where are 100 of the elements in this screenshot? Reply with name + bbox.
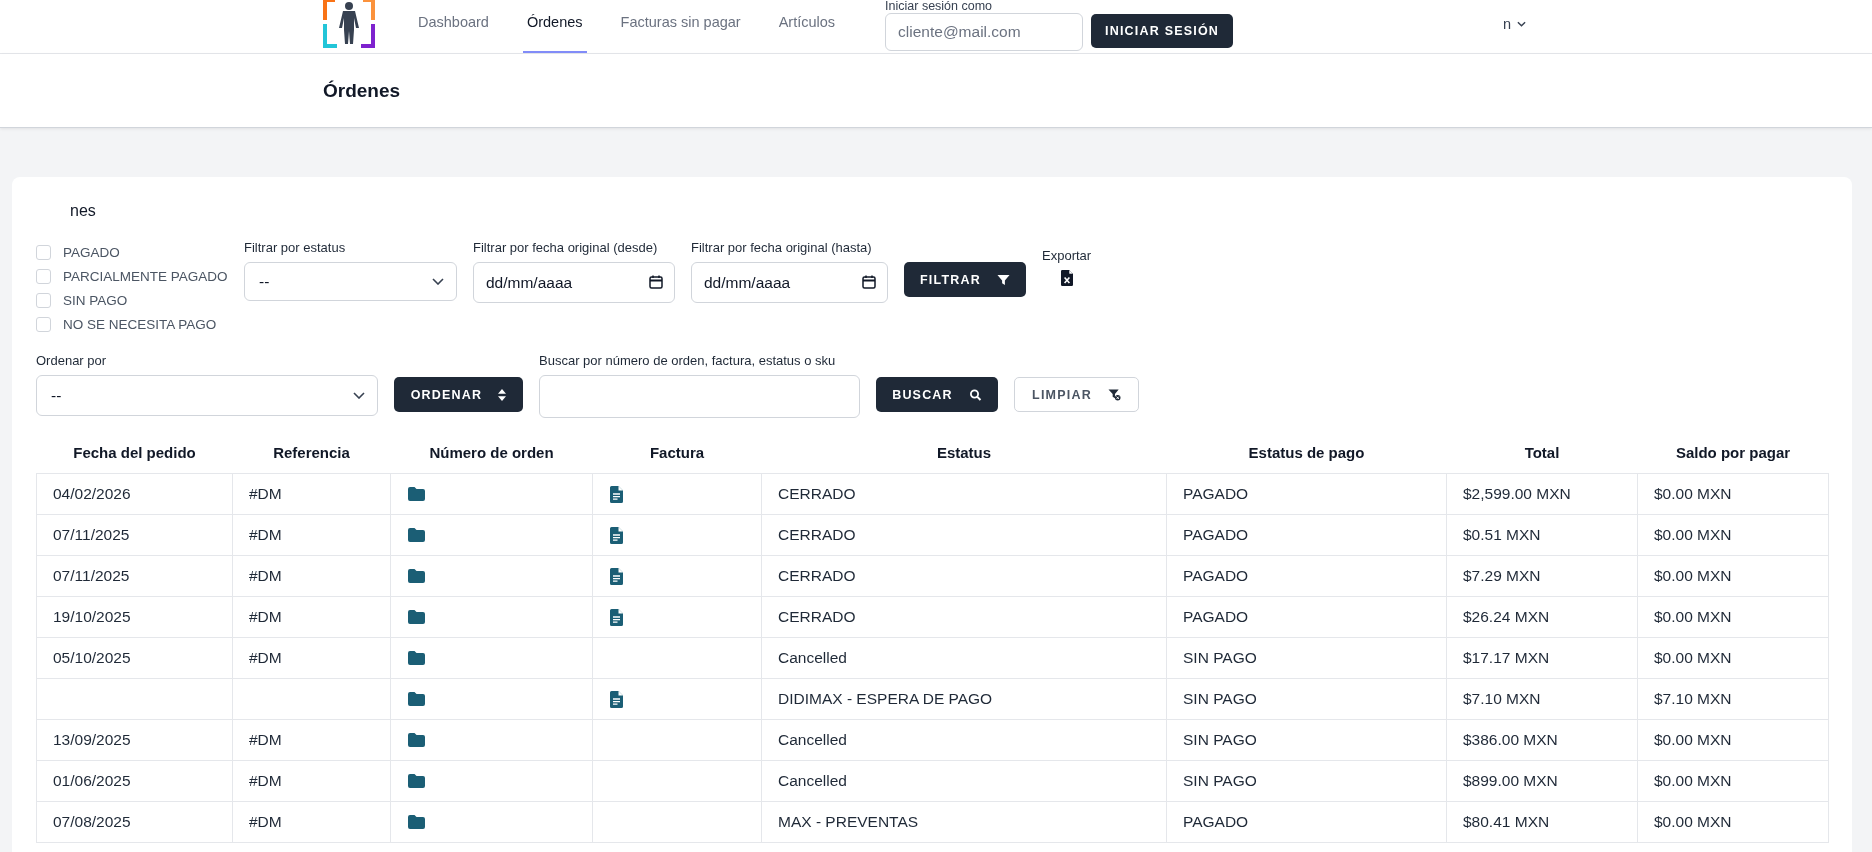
column-header: Total: [1446, 432, 1638, 474]
card-title: nes: [70, 201, 96, 221]
checkbox[interactable]: [36, 316, 51, 332]
chevron-down-icon: [432, 278, 444, 285]
table-cell: $899.00 MXN: [1446, 760, 1638, 802]
table-cell: $0.00 MXN: [1637, 596, 1829, 638]
field-label: Buscar por número de orden, factura, estatus o sku: [539, 353, 836, 369]
table-cell: 07/08/2025: [36, 801, 233, 843]
table-cell: $0.00 MXN: [1637, 555, 1829, 597]
table-cell: $2,599.00 MXN: [1446, 473, 1638, 515]
table-cell: $7.29 MXN: [1446, 555, 1638, 597]
table-cell: SIN PAGO: [1166, 719, 1447, 761]
folder-icon[interactable]: [408, 733, 425, 747]
user-menu[interactable]: n: [1502, 16, 1526, 32]
table-cell: $0.00 MXN: [1637, 760, 1829, 802]
table-cell: $26.24 MXN: [1446, 596, 1638, 638]
search-field[interactable]: [539, 375, 860, 418]
document-icon[interactable]: [610, 526, 623, 544]
checkbox[interactable]: [36, 292, 51, 308]
table-cell: #DM: [232, 473, 391, 515]
folder-icon[interactable]: [408, 692, 425, 706]
column-header: Número de orden: [390, 432, 593, 474]
field-label: Filtrar por fecha original (hasta): [691, 240, 872, 256]
logo-icon[interactable]: [323, 0, 375, 48]
column-header: Fecha del pedido: [36, 432, 233, 474]
table-cell: PAGADO: [1166, 555, 1447, 597]
table-cell: PAGADO: [1166, 596, 1447, 638]
calendar-icon[interactable]: [649, 275, 663, 289]
search-button[interactable]: BUSCAR: [876, 377, 998, 412]
table-cell: #DM: [232, 760, 391, 802]
table-cell: $7.10 MXN: [1637, 678, 1829, 720]
nav-tab[interactable]: Artículos: [774, 0, 840, 53]
page-title: Órdenes: [323, 79, 401, 102]
table-cell: Cancelled: [761, 719, 1167, 761]
checkbox-label: PARCIALMENTE PAGADO: [63, 268, 228, 284]
document-icon[interactable]: [610, 485, 623, 503]
table-cell: MAX - PREVENTAS: [761, 801, 1167, 843]
field-label: Ordenar por: [36, 353, 107, 369]
column-header: Estatus: [761, 432, 1167, 474]
folder-icon[interactable]: [408, 487, 425, 501]
table-cell: 04/02/2026: [36, 473, 233, 515]
table-cell: $0.00 MXN: [1637, 801, 1829, 843]
table-cell: #DM: [232, 555, 391, 597]
table-cell: 07/11/2025: [36, 555, 233, 597]
folder-icon[interactable]: [408, 815, 425, 829]
table-cell: CERRADO: [761, 596, 1167, 638]
table-cell: #DM: [232, 719, 391, 761]
table-cell: $0.00 MXN: [1637, 514, 1829, 556]
field-label: Filtrar por estatus: [244, 240, 346, 256]
nav-tab[interactable]: Facturas sin pagar: [616, 0, 745, 53]
table-cell: #DM: [232, 801, 391, 843]
chevron-down-icon: [353, 392, 365, 399]
column-header: Factura: [592, 432, 762, 474]
table-cell: PAGADO: [1166, 473, 1447, 515]
table-cell: 07/11/2025: [36, 514, 233, 556]
file-x-icon[interactable]: [1060, 270, 1073, 286]
sort-button[interactable]: ORDENAR: [394, 377, 523, 412]
table-cell: $17.17 MXN: [1446, 637, 1638, 679]
table-cell: CERRADO: [761, 473, 1167, 515]
table-cell: $7.10 MXN: [1446, 678, 1638, 720]
status-dropdown[interactable]: --: [244, 262, 457, 301]
table-cell: 19/10/2025: [36, 596, 233, 638]
table-cell: 01/06/2025: [36, 760, 233, 802]
folder-icon[interactable]: [408, 774, 425, 788]
login-label: Iniciar sesión como: [885, 0, 994, 13]
checkbox[interactable]: [36, 244, 51, 260]
funnel-icon: [996, 273, 1010, 286]
document-icon[interactable]: [610, 690, 623, 708]
table-cell: $0.00 MXN: [1637, 473, 1829, 515]
checkbox-label: PAGADO: [63, 244, 120, 260]
table-cell: Cancelled: [761, 637, 1167, 679]
date-to-field[interactable]: dd/mm/aaaa: [691, 262, 888, 303]
login-button[interactable]: INICIAR SESIÓN: [1091, 14, 1234, 48]
folder-icon[interactable]: [408, 651, 425, 665]
table-cell: $386.00 MXN: [1446, 719, 1638, 761]
column-header: Referencia: [232, 432, 391, 474]
folder-icon[interactable]: [408, 528, 425, 542]
checkbox-label: SIN PAGO: [63, 292, 128, 308]
calendar-icon[interactable]: [862, 275, 876, 289]
table-cell: $0.51 MXN: [1446, 514, 1638, 556]
table-cell: SIN PAGO: [1166, 678, 1447, 720]
document-icon[interactable]: [610, 567, 623, 585]
folder-icon[interactable]: [408, 569, 425, 583]
chevron-down-icon: [1517, 21, 1526, 27]
filter-button[interactable]: FILTRAR: [904, 262, 1026, 297]
sort-dropdown[interactable]: --: [36, 375, 378, 416]
table-cell: CERRADO: [761, 514, 1167, 556]
nav-tab[interactable]: Dashboard: [414, 0, 493, 53]
search-icon: [968, 388, 982, 401]
checkbox[interactable]: [36, 268, 51, 284]
table-cell: #DM: [232, 637, 391, 679]
document-icon[interactable]: [610, 608, 623, 626]
table-cell: PAGADO: [1166, 801, 1447, 843]
clear-button[interactable]: LIMPIAR: [1014, 377, 1139, 412]
table-cell: DIDIMAX - ESPERA DE PAGO: [761, 678, 1167, 720]
column-header: Saldo por pagar: [1637, 432, 1829, 474]
date-from-field[interactable]: dd/mm/aaaa: [473, 262, 675, 303]
folder-icon[interactable]: [408, 610, 425, 624]
email-field[interactable]: cliente@mail.com: [885, 13, 1084, 51]
table-cell: SIN PAGO: [1166, 637, 1447, 679]
